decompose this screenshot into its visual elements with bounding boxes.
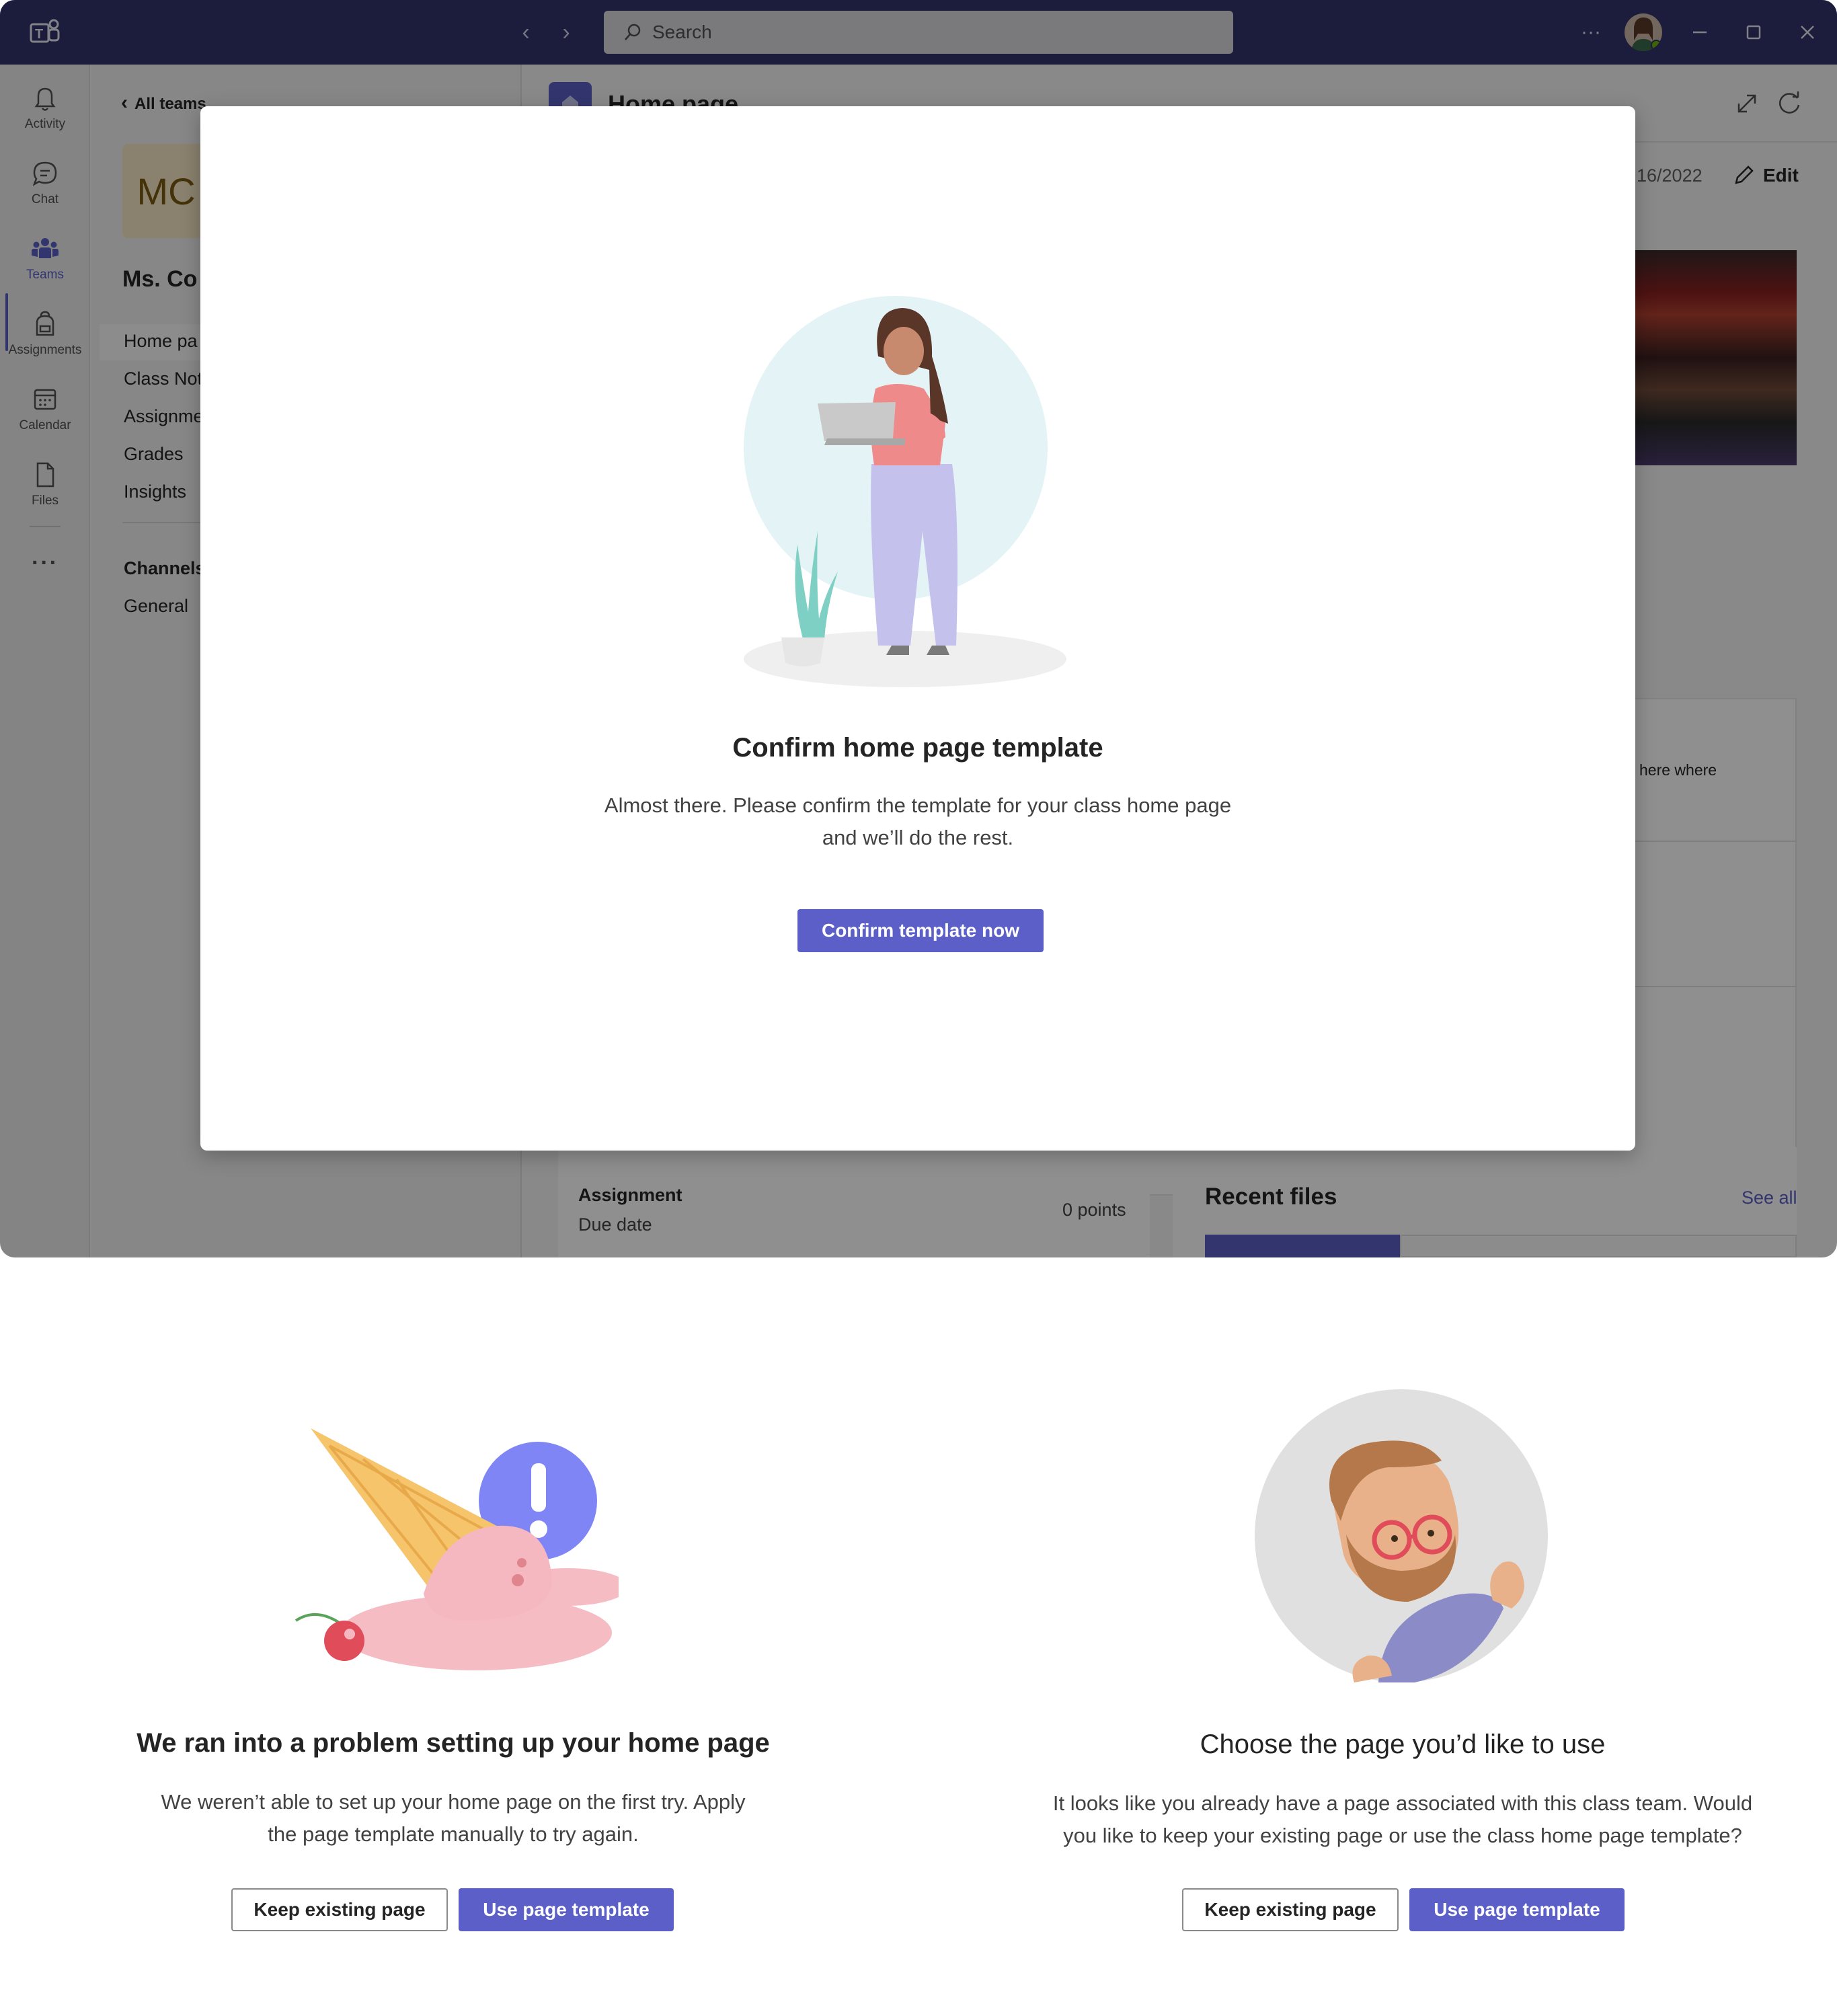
bearded-man-illustration [1255,1389,1548,1682]
error-panel-body: We weren’t able to set up your home page… [161,1790,746,1846]
use-page-template-button[interactable]: Use page template [1409,1888,1625,1931]
keep-existing-page-button[interactable]: Keep existing page [231,1888,448,1931]
confirm-template-dialog: Confirm home page template Almost there.… [200,106,1635,1151]
dialog-title: Confirm home page template [732,733,1103,763]
use-page-template-button[interactable]: Use page template [459,1888,674,1931]
choose-panel-body: It looks like you already have a page as… [1052,1791,1753,1847]
error-panel-title: We ran into a problem setting up your ho… [136,1728,770,1758]
woman-with-laptop-illustration [744,296,1066,687]
dropped-ice-cream-illustration [295,1428,619,1670]
keep-existing-page-button[interactable]: Keep existing page [1182,1888,1399,1931]
dialog-body: Almost there. Please confirm the templat… [604,793,1232,849]
confirm-template-button[interactable]: Confirm template now [797,909,1044,952]
teams-window: T ‹ › Search ··· Activity Chat Teams Ass… [0,0,1837,1257]
choose-panel-title: Choose the page you’d like to use [1200,1730,1606,1759]
